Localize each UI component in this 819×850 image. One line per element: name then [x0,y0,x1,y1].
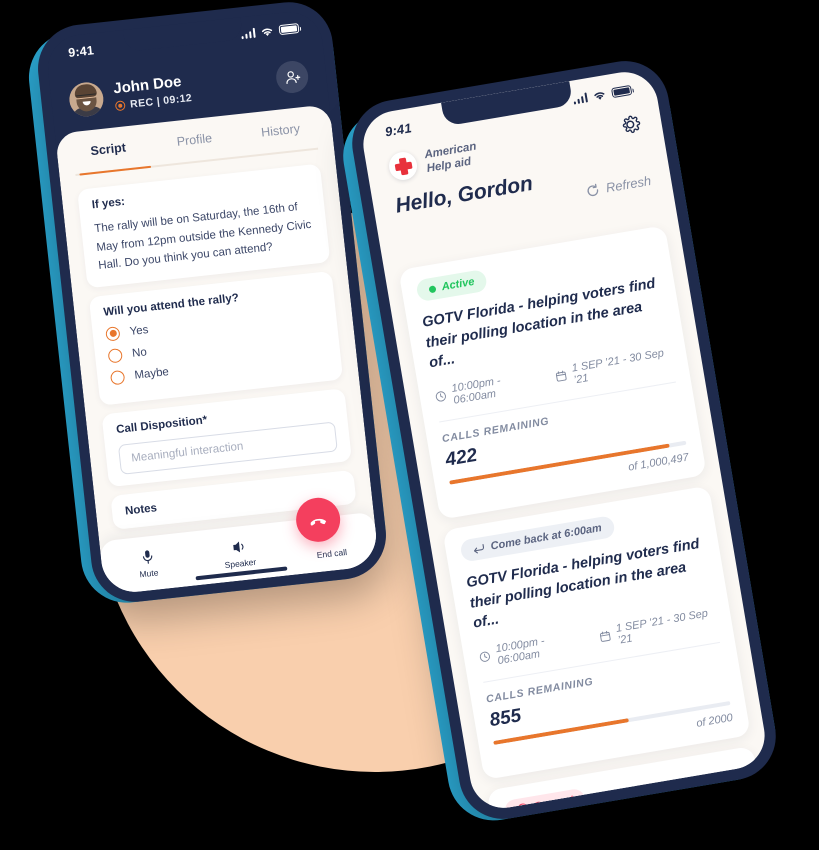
status-icons [240,22,300,40]
signal-bars-icon [240,27,256,40]
campaign-dates-label: 1 SEP ’21 - 30 Sep ’21 [614,607,709,647]
disposition-card: Call Disposition* Meaningful interaction [101,388,352,488]
end-call-label: End call [316,546,348,560]
campaign-card[interactable]: Come back at 6:00am GOTV Florida - helpi… [442,485,751,781]
campaign-dates: 1 SEP ’21 - 30 Sep ’21 [553,346,673,389]
status-badge-label: Come back at 6:00am [489,522,603,553]
tab-history[interactable]: History [237,119,325,142]
mute-label: Mute [138,566,159,579]
contact-info: John Doe REC | 09:12 [112,72,193,112]
radio-icon [107,347,123,364]
left-phone-mockup: 9:41 John Doe REC | 09:12 Script Profile… [24,0,391,608]
add-person-button[interactable] [274,59,310,95]
campaign-dates: 1 SEP ’21 - 30 Sep ’21 [597,606,717,649]
radio-label: Yes [129,323,150,338]
status-badge: Active [415,268,489,303]
campaign-time-label: 10:00pm - 06:00am [450,374,502,407]
status-time: 9:41 [383,119,413,139]
status-badge-label: Active [440,275,476,294]
tab-profile[interactable]: Profile [151,128,239,151]
speaker-label: Speaker [224,556,257,570]
avatar [67,80,106,119]
recording-label: REC | 09:12 [129,92,193,111]
script-sheet: Script Profile History If yes: The rally… [54,104,380,596]
radio-label: No [131,346,148,360]
question-card: Will you attend the rally? Yes No Maybe [88,270,344,406]
campaign-time: 10:00pm - 06:00am [477,629,583,670]
campaign-time-label: 10:00pm - 06:00am [494,635,546,668]
gear-icon [622,115,641,134]
return-arrow-icon [473,543,484,554]
radio-icon [109,369,126,386]
radio-label: Maybe [133,365,170,382]
red-cross-icon [386,150,420,183]
campaign-dates-label: 1 SEP ’21 - 30 Sep ’21 [570,346,665,387]
tab-script[interactable]: Script [64,138,152,161]
clock-icon [435,391,447,402]
status-icons [572,84,633,105]
battery-icon [278,22,300,36]
record-dot-icon [114,100,126,112]
status-time: 9:41 [67,43,95,61]
battery-icon [610,84,633,99]
clock-icon [479,652,491,663]
mute-button[interactable]: Mute [99,532,196,596]
wifi-icon [594,91,605,100]
script-card: If yes: The rally will be on Saturday, t… [77,163,331,289]
campaign-time: 10:00pm - 06:00am [433,368,539,409]
microphone-icon [142,549,152,564]
add-person-icon [285,70,300,84]
campaign-card[interactable]: Active GOTV Florida - helping voters fin… [398,225,707,520]
green-dot-icon [428,284,437,293]
calendar-icon [599,631,611,643]
settings-button[interactable] [618,112,643,137]
refresh-icon [587,183,599,196]
speaker-icon [232,541,243,552]
radio-icon [105,326,121,342]
brand-name: American Help aid [423,140,479,177]
calendar-icon [555,370,567,382]
screenshot-stage: 9:41 John Doe REC | 09:12 Script Profile… [0,0,819,850]
wifi-icon [261,28,273,36]
end-call-icon [310,518,327,526]
script-text: The rally will be on Saturday, the 16th … [93,201,312,273]
signal-bars-icon [572,92,589,105]
